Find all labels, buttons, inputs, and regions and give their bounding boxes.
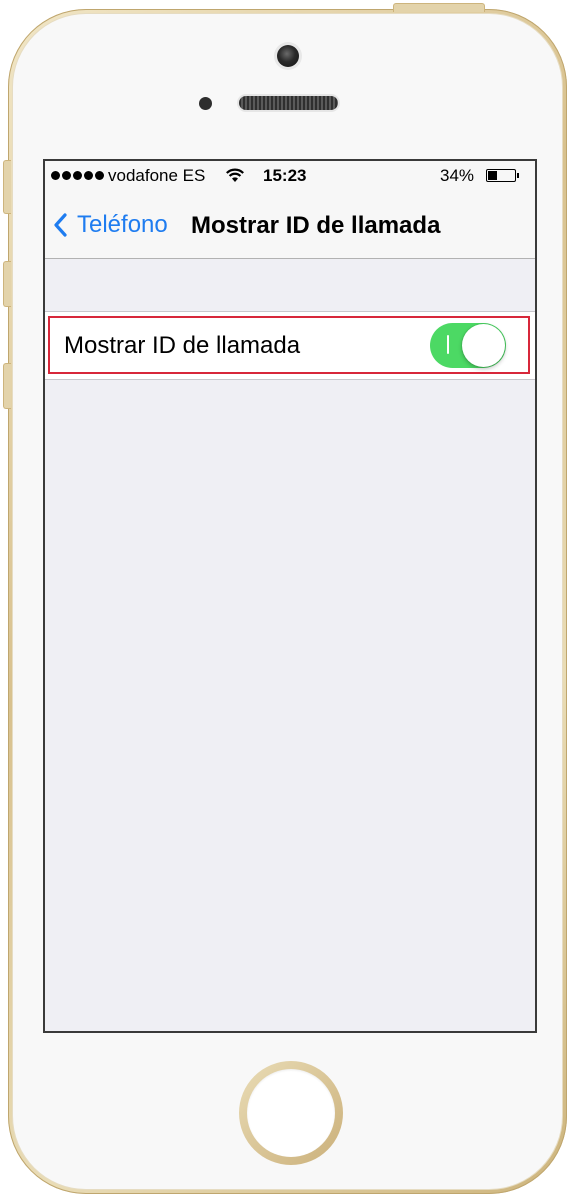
battery-percent: 34%	[440, 166, 475, 185]
page-title: Mostrar ID de llamada	[191, 212, 441, 239]
back-button[interactable]: Teléfono	[53, 207, 168, 243]
carrier-name: vodafone ES	[108, 166, 206, 185]
battery-tip	[517, 173, 519, 178]
back-button-label: Teléfono	[77, 211, 168, 238]
show-caller-id-row: Mostrar ID de llamada	[45, 312, 535, 380]
navigation-bar: Teléfono Mostrar ID de llamada	[45, 191, 535, 259]
battery-icon	[486, 169, 516, 182]
power-button	[393, 3, 485, 12]
battery-fill	[488, 171, 497, 180]
mute-switch	[3, 160, 11, 214]
wifi-icon	[226, 168, 244, 182]
status-bar: vodafone ES 15:23 34%	[45, 161, 535, 191]
status-time: 15:23	[263, 166, 307, 185]
volume-down-button	[3, 363, 11, 409]
volume-up-button	[3, 261, 11, 307]
chevron-left-icon	[54, 213, 67, 237]
earpiece-speaker	[239, 96, 338, 110]
signal-strength-icon	[51, 171, 104, 180]
front-camera	[277, 45, 299, 67]
proximity-sensor	[199, 97, 212, 110]
show-caller-id-label: Mostrar ID de llamada	[64, 332, 301, 359]
show-caller-id-toggle[interactable]	[430, 323, 506, 368]
home-button-face	[247, 1069, 335, 1157]
screen: vodafone ES 15:23 34% Teléfono Mostrar I…	[43, 159, 537, 1033]
toggle-knob[interactable]	[462, 324, 505, 367]
toggle-on-mark	[447, 335, 449, 354]
home-button[interactable]	[239, 1061, 343, 1165]
